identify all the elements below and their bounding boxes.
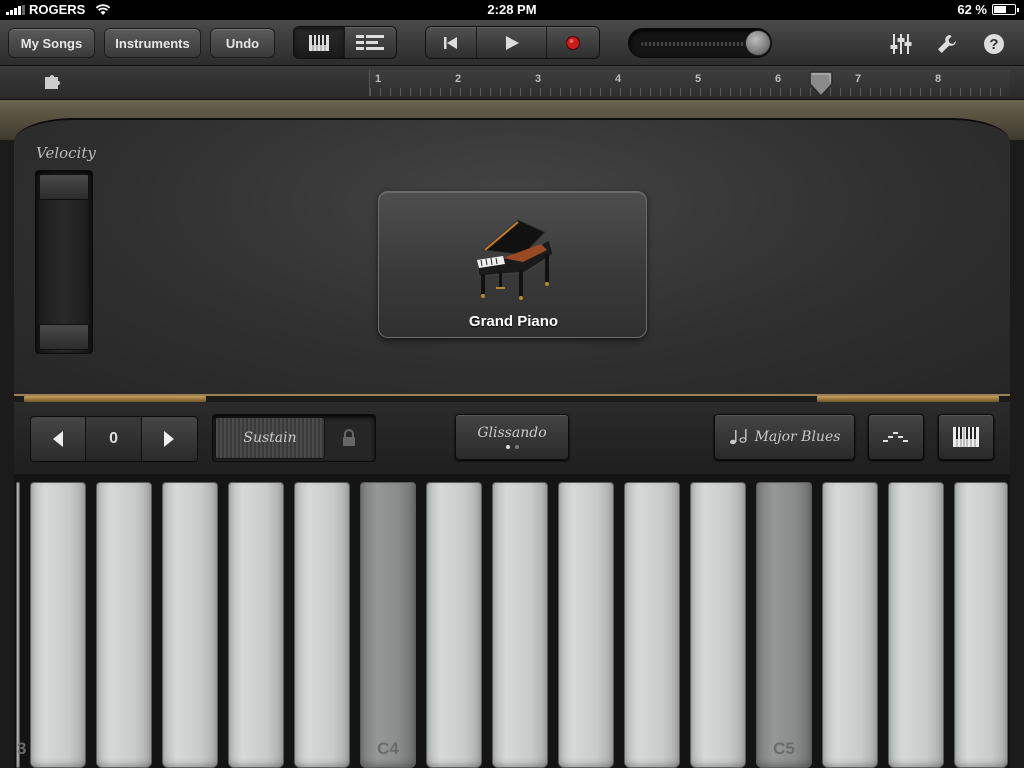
transport-controls (425, 26, 600, 59)
velocity-label: Velocity (36, 144, 96, 162)
octave-up-button[interactable] (141, 417, 197, 461)
piano-key[interactable] (690, 482, 746, 768)
go-to-start-button[interactable] (426, 27, 478, 58)
chevron-left-icon (53, 431, 64, 447)
bar-number: 1 (375, 73, 382, 85)
svg-text:?: ? (989, 36, 998, 53)
record-button[interactable] (547, 27, 599, 58)
view-switcher (293, 26, 397, 59)
velocity-slider-bottom (39, 324, 89, 350)
velocity-slider[interactable] (35, 170, 93, 354)
ruler-bar[interactable]: 1 2 3 4 5 6 7 8 (369, 70, 1010, 96)
playhead-handle[interactable] (808, 70, 834, 98)
piano-key[interactable] (822, 482, 878, 768)
status-bar: ROGERS 2:28 PM 62 % (0, 0, 1024, 20)
chevron-right-icon (164, 431, 175, 447)
record-icon (565, 35, 580, 50)
piano-key[interactable]: C5 (756, 482, 812, 768)
sustain-button[interactable]: Sustain (215, 417, 325, 459)
key-label: 3 (17, 739, 26, 759)
ruler-ticks (370, 88, 1010, 96)
octave-stepper: 0 (30, 416, 198, 462)
bar-number: 3 (535, 73, 542, 85)
grand-piano-icon (476, 219, 554, 300)
sustain-label: Sustain (243, 430, 297, 446)
page-dots (505, 445, 519, 449)
my-songs-button[interactable]: My Songs (8, 28, 95, 58)
help-icon[interactable]: ? (982, 32, 1006, 56)
piano-key[interactable] (888, 482, 944, 768)
octave-value: 0 (86, 417, 142, 461)
piano-key[interactable] (624, 482, 680, 768)
sustain-control: Sustain (212, 414, 376, 462)
master-volume-slider[interactable] (628, 28, 772, 58)
tracks-view-icon (355, 34, 384, 50)
volume-knob[interactable] (745, 30, 771, 56)
bar-number: 7 (855, 73, 862, 85)
mixer-icon[interactable] (889, 32, 913, 56)
play-icon (505, 35, 519, 50)
keyboard-view-button[interactable] (294, 27, 346, 58)
battery-percent: 62 % (957, 2, 987, 17)
bar-number: 8 (935, 73, 942, 85)
volume-track (641, 42, 753, 46)
octave-down-button[interactable] (31, 417, 87, 461)
piano-key[interactable] (294, 482, 350, 768)
battery-indicator: 62 % (957, 2, 1019, 17)
bar-number: 5 (695, 73, 702, 85)
toolbar: My Songs Instruments Undo ? (0, 20, 1024, 66)
piano-key[interactable]: 3 (16, 482, 26, 768)
tracks-view-button[interactable] (345, 27, 396, 58)
bar-number: 2 (455, 73, 462, 85)
piano-key[interactable] (30, 482, 86, 768)
bar-number: 4 (615, 73, 622, 85)
battery-icon (992, 4, 1019, 15)
keyboard-icon (953, 427, 979, 447)
timeline-ruler: 1 2 3 4 5 6 7 8 (0, 66, 1024, 100)
arpeggiator-button[interactable] (868, 414, 924, 460)
scale-button[interactable]: Major Blues (714, 414, 855, 460)
glissando-label: Glissando (477, 425, 547, 441)
bar-number: 6 (775, 73, 782, 85)
play-button[interactable] (477, 27, 547, 58)
piano-key[interactable]: C4 (360, 482, 416, 768)
instruments-button[interactable]: Instruments (104, 28, 201, 58)
song-section-icon[interactable] (44, 74, 62, 90)
keyboard-layout-button[interactable] (938, 414, 994, 460)
lock-icon[interactable] (341, 429, 357, 447)
piano-key[interactable] (96, 482, 152, 768)
key-label: C5 (773, 739, 795, 758)
glissando-button[interactable]: Glissando (455, 414, 569, 460)
instrument-selector[interactable]: Grand Piano (378, 191, 647, 338)
piano-key[interactable] (492, 482, 548, 768)
music-notes-icon (729, 429, 747, 445)
piano-key[interactable] (558, 482, 614, 768)
undo-button[interactable]: Undo (210, 28, 275, 58)
clock: 2:28 PM (487, 2, 537, 17)
piano-key[interactable] (426, 482, 482, 768)
piano-key[interactable] (954, 482, 1008, 768)
instrument-name: Grand Piano (468, 313, 559, 330)
scale-label: Major Blues (754, 429, 841, 445)
wrench-icon[interactable] (935, 32, 959, 56)
keyboard-view-icon (309, 34, 329, 51)
piano-key[interactable] (162, 482, 218, 768)
key-label: C4 (377, 739, 399, 758)
go-to-start-icon (444, 36, 458, 49)
velocity-slider-top (39, 174, 89, 200)
piano-key[interactable] (228, 482, 284, 768)
arpeggiator-icon (883, 432, 908, 442)
